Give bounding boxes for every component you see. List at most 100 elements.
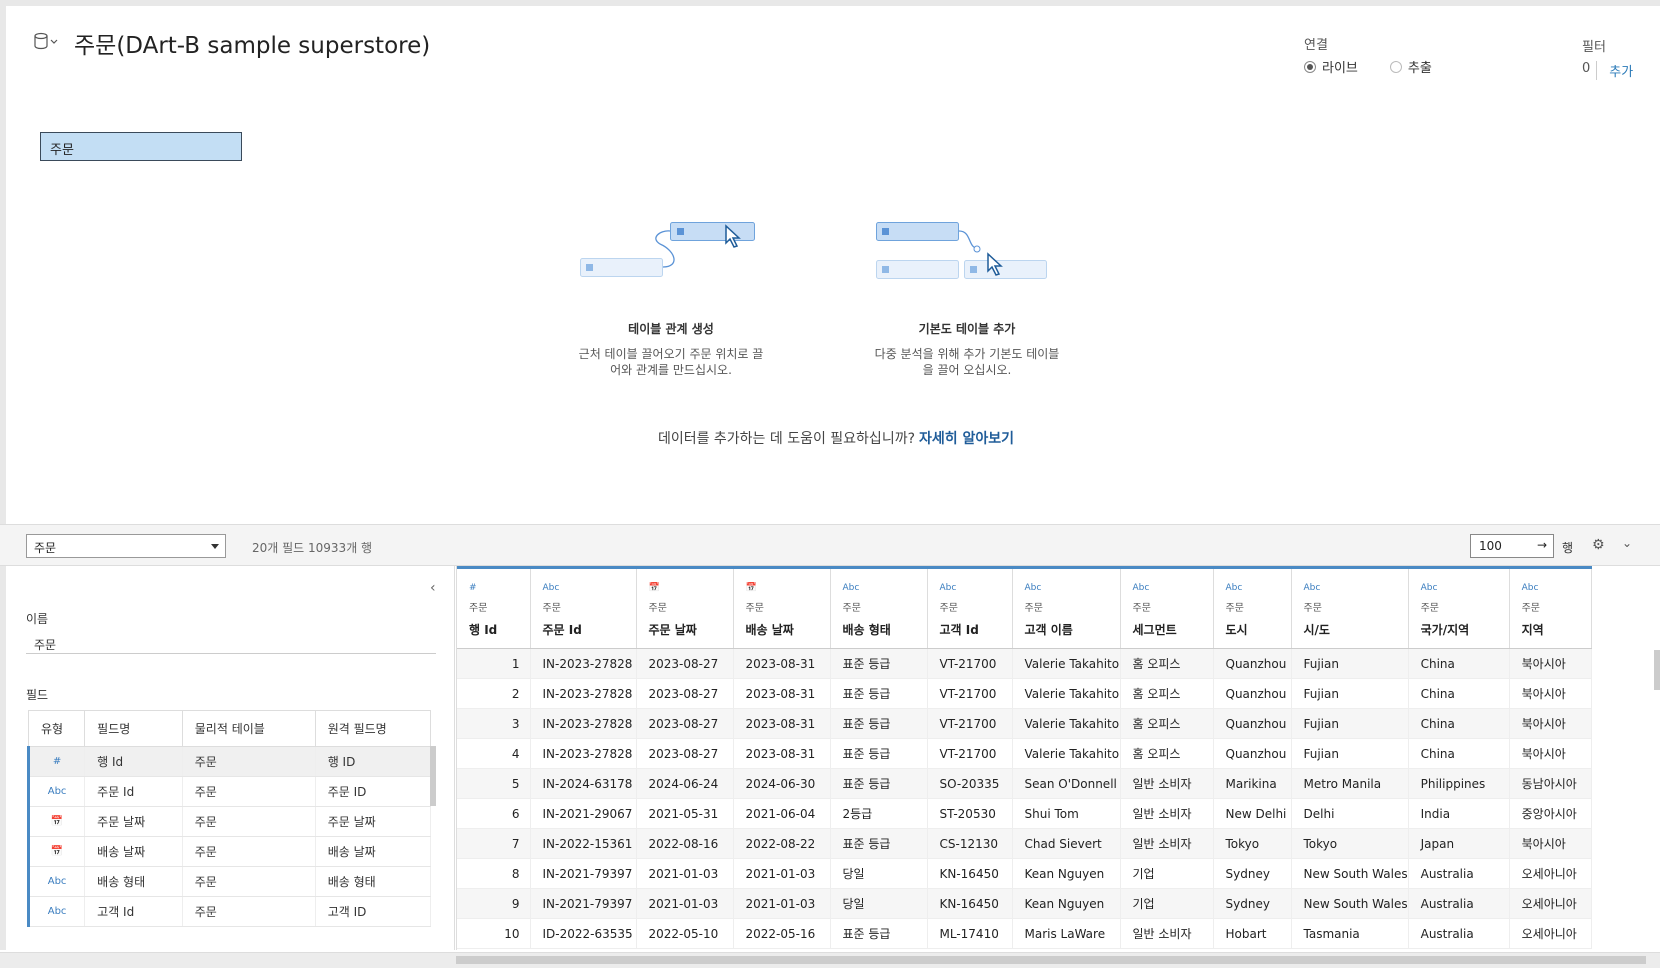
string-type-icon[interactable]: Abc (1133, 583, 1213, 599)
table-cell[interactable]: 4 (457, 738, 531, 769)
table-cell[interactable]: 2023-08-31 (733, 738, 831, 769)
table-cell[interactable]: Valerie Takahito (1012, 708, 1121, 739)
table-cell[interactable]: 2024-06-24 (636, 768, 734, 799)
table-cell[interactable]: Quanzhou (1213, 738, 1292, 769)
table-cell[interactable]: 홈 오피스 (1120, 738, 1214, 769)
table-cell[interactable]: Fujian (1291, 678, 1409, 709)
table-cell[interactable]: 2021-01-03 (636, 858, 734, 889)
column-field-name[interactable]: 주문 Id (543, 621, 636, 638)
table-cell[interactable]: New South Wales (1291, 888, 1409, 919)
column-field-name[interactable]: 지역 (1522, 621, 1591, 638)
table-cell[interactable]: 5 (457, 768, 531, 799)
rows-input[interactable]: 100 → (1470, 534, 1554, 558)
column-header[interactable]: # 주문 행 Id (457, 566, 531, 649)
column-header[interactable]: Abc 주문 국가/지역 (1408, 566, 1510, 649)
table-cell[interactable]: IN-2024-63178 (530, 768, 637, 799)
column-field-name[interactable]: 고객 Id (940, 621, 1012, 638)
table-cell[interactable]: 2 (457, 678, 531, 709)
column-header[interactable]: Abc 주문 주문 Id (530, 566, 637, 649)
column-header[interactable]: Abc 주문 고객 이름 (1012, 566, 1121, 649)
table-cell[interactable]: 중앙아시아 (1509, 798, 1592, 829)
table-cell[interactable]: 2023-08-27 (636, 678, 734, 709)
calendar-type-icon[interactable]: 📅 (26, 806, 86, 837)
number-type-icon[interactable]: # (26, 746, 86, 777)
table-cell[interactable]: Sean O'Donnell (1012, 768, 1121, 799)
column-header[interactable]: Abc 주문 도시 (1213, 566, 1292, 649)
table-cell[interactable]: Hobart (1213, 918, 1292, 949)
table-cell[interactable]: Metro Manila (1291, 768, 1409, 799)
table-cell[interactable]: Fujian (1291, 738, 1409, 769)
table-cell[interactable]: 2023-08-27 (636, 738, 734, 769)
field-row[interactable]: Abc 고객 Id 주문 고객 ID (26, 896, 432, 927)
column-field-name[interactable]: 도시 (1226, 621, 1291, 638)
table-cell[interactable]: Australia (1408, 918, 1510, 949)
table-cell[interactable]: ST-20530 (927, 798, 1013, 829)
datasource-title[interactable]: 주문(DArt-B sample superstore) (74, 26, 430, 60)
table-cell[interactable]: VT-21700 (927, 738, 1013, 769)
table-cell[interactable]: KN-16450 (927, 858, 1013, 889)
column-field-name[interactable]: 국가/지역 (1421, 621, 1509, 638)
dropdown-caret-icon[interactable] (211, 544, 219, 549)
radio-empty-icon[interactable] (1389, 61, 1402, 73)
table-row[interactable]: 9 IN-2021-79397 2021-01-03 2021-01-03 당일 KN-1… (457, 888, 1592, 919)
field-name[interactable]: 주문 날짜 (84, 806, 183, 837)
string-type-icon[interactable]: Abc (26, 776, 86, 807)
table-row[interactable]: 1 IN-2023-27828 2023-08-27 2023-08-31 표준 등급 V… (457, 648, 1592, 679)
table-cell[interactable]: 2021-01-03 (636, 888, 734, 919)
table-cell[interactable]: Japan (1408, 828, 1510, 859)
connection-live-radio[interactable]: 라이브 (1304, 57, 1358, 76)
table-cell[interactable]: 표준 등급 (830, 738, 928, 769)
table-cell[interactable]: VT-21700 (927, 648, 1013, 679)
table-cell[interactable]: 7 (457, 828, 531, 859)
table-cell[interactable]: 2023-08-31 (733, 678, 831, 709)
table-cell[interactable]: 2023-08-27 (636, 708, 734, 739)
connection-extract-radio[interactable]: 추출 (1389, 57, 1432, 76)
table-cell[interactable]: 오세아니아 (1509, 918, 1592, 949)
table-cell[interactable]: 2021-06-04 (733, 798, 831, 829)
table-cell[interactable]: Delhi (1291, 798, 1409, 829)
table-row[interactable]: 7 IN-2022-15361 2022-08-16 2022-08-22 표준 등급 C… (457, 828, 1592, 859)
calendar-type-icon[interactable]: 📅 (26, 836, 86, 867)
column-field-name[interactable]: 세그먼트 (1133, 621, 1213, 638)
table-cell[interactable]: Australia (1408, 888, 1510, 919)
column-header[interactable]: Abc 주문 고객 Id (927, 566, 1013, 649)
table-cell[interactable]: Sydney (1213, 888, 1292, 919)
table-cell[interactable]: Tokyo (1291, 828, 1409, 859)
column-field-name[interactable]: 고객 이름 (1025, 621, 1120, 638)
column-header[interactable]: 📅 주문 배송 날짜 (733, 566, 831, 649)
table-cell[interactable]: Kean Nguyen (1012, 858, 1121, 889)
table-cell[interactable]: Valerie Takahito (1012, 648, 1121, 679)
table-cell[interactable]: 일반 소비자 (1120, 768, 1214, 799)
field-row[interactable]: Abc 주문 Id 주문 주문 ID (26, 776, 432, 807)
string-type-icon[interactable]: Abc (940, 583, 1012, 599)
table-cell[interactable]: SO-20335 (927, 768, 1013, 799)
table-cell[interactable]: 표준 등급 (830, 828, 928, 859)
table-cell[interactable]: IN-2023-27828 (530, 648, 637, 679)
table-cell[interactable]: CS-12130 (927, 828, 1013, 859)
table-cell[interactable]: Chad Sievert (1012, 828, 1121, 859)
table-cell[interactable]: 홈 오피스 (1120, 648, 1214, 679)
table-cell[interactable]: 8 (457, 858, 531, 889)
table-cell[interactable]: Shui Tom (1012, 798, 1121, 829)
table-cell[interactable]: 9 (457, 888, 531, 919)
table-cell[interactable]: 북아시아 (1509, 708, 1592, 739)
table-row[interactable]: 8 IN-2021-79397 2021-01-03 2021-01-03 당일 KN-1… (457, 858, 1592, 889)
calendar-type-icon[interactable]: 📅 (746, 583, 830, 599)
column-field-name[interactable]: 행 Id (469, 621, 530, 638)
table-cell[interactable]: 2023-08-31 (733, 648, 831, 679)
field-name[interactable]: 행 Id (84, 746, 183, 777)
table-cell[interactable]: KN-16450 (927, 888, 1013, 919)
fields-scrollbar[interactable] (430, 746, 436, 806)
string-type-icon[interactable]: Abc (1304, 583, 1408, 599)
string-type-icon[interactable]: Abc (1421, 583, 1509, 599)
table-cell[interactable]: 2등급 (830, 798, 928, 829)
learn-more-link[interactable]: 자세히 알아보기 (919, 431, 1014, 447)
table-cell[interactable]: Fujian (1291, 648, 1409, 679)
string-type-icon[interactable]: Abc (1025, 583, 1120, 599)
table-row[interactable]: 3 IN-2023-27828 2023-08-27 2023-08-31 표준 등급 V… (457, 708, 1592, 739)
name-field[interactable]: 주문 (26, 634, 436, 654)
calendar-type-icon[interactable]: 📅 (649, 583, 733, 599)
grid-scrollbar[interactable] (1654, 650, 1660, 690)
collapse-panel-icon[interactable]: ‹ (430, 580, 436, 596)
chevron-down-icon[interactable]: ⌄ (1622, 536, 1632, 550)
